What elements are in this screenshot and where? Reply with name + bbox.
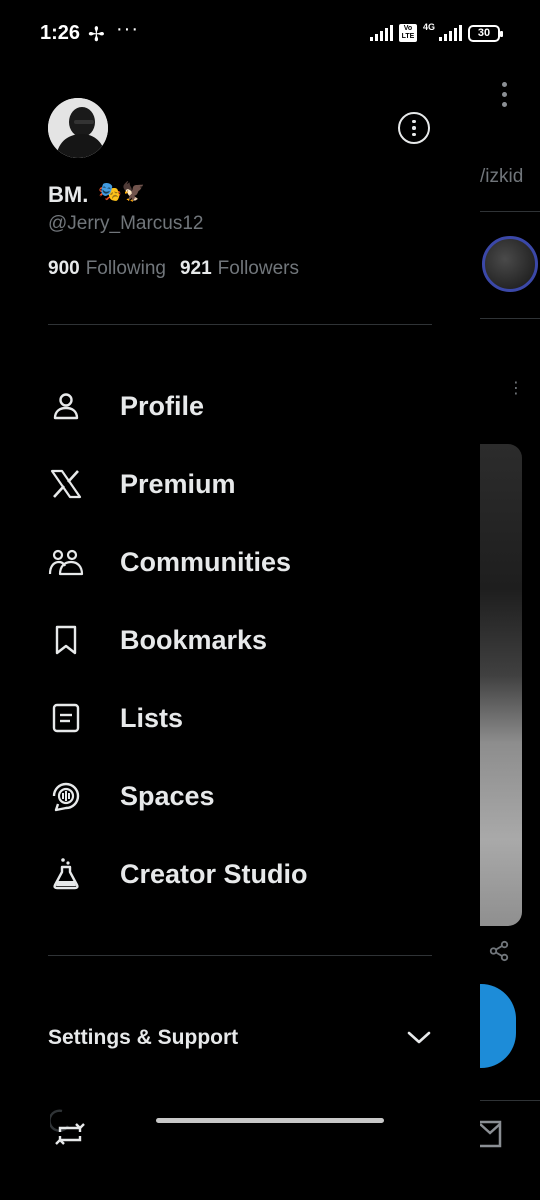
spaces-icon <box>48 778 84 814</box>
status-indicators: Vo LTE 4G 30 <box>369 22 503 42</box>
menu-label: Lists <box>120 702 184 733</box>
feed-avatar[interactable] <box>482 236 538 292</box>
followers-count[interactable]: 921 <box>180 258 212 280</box>
menu-label: Bookmarks <box>120 624 268 655</box>
display-name[interactable]: BM. <box>48 182 88 208</box>
menu-label: Creator Studio <box>120 858 308 889</box>
menu-label: Premium <box>120 468 236 499</box>
avatar-photo <box>48 98 108 158</box>
network-type: 4G <box>422 22 435 32</box>
home-indicator[interactable] <box>156 1118 384 1123</box>
menu-item-creator-studio[interactable]: Creator Studio <box>48 846 432 902</box>
following-label[interactable]: Following <box>86 258 166 280</box>
divider <box>48 955 432 956</box>
battery-icon: 30 <box>468 24 503 42</box>
more-options-button[interactable] <box>398 112 430 144</box>
navigation-drawer: BM. 🎭🦅 @Jerry_Marcus12 900 Following 921… <box>0 68 480 1200</box>
nav-divider <box>480 1100 540 1101</box>
communities-icon <box>48 544 84 580</box>
signal-icon-2 <box>439 25 462 41</box>
messages-icon[interactable] <box>480 1120 504 1150</box>
menu-label: Profile <box>120 390 205 421</box>
menu-item-profile[interactable]: Profile <box>48 378 432 434</box>
name-emojis: 🎭🦅 <box>98 182 146 203</box>
feed-divider <box>480 318 540 319</box>
follow-stats: 900 Following 921 Followers <box>48 258 307 280</box>
menu-item-spaces[interactable]: Spaces <box>48 768 432 824</box>
bookmark-icon <box>48 622 84 658</box>
menu-item-bookmarks[interactable]: Bookmarks <box>48 612 432 668</box>
feed-divider <box>480 211 540 212</box>
settings-label: Settings & Support <box>48 1026 239 1049</box>
x-logo-icon <box>48 466 84 502</box>
repost-icon[interactable] <box>50 1108 90 1148</box>
volte-badge: Vo LTE <box>398 24 417 42</box>
app-screen: 1:26 ✢ ··· Vo LTE 4G 30 /izkid ⋮ BM. 🎭🦅 … <box>0 0 540 1200</box>
share-icon[interactable] <box>488 940 510 962</box>
status-time: 1:26 <box>40 22 81 44</box>
divider <box>48 324 432 325</box>
list-icon <box>48 700 84 736</box>
settings-support-toggle[interactable]: Settings & Support <box>48 1018 432 1058</box>
battery-level: 30 <box>477 27 491 39</box>
menu-label: Spaces <box>120 780 215 811</box>
feed-more-icon[interactable] <box>502 82 508 112</box>
more-notifications-icon: ··· <box>116 18 139 40</box>
post-image[interactable] <box>480 444 522 926</box>
fan-icon: ✢ <box>88 24 105 46</box>
avatar[interactable] <box>48 98 108 158</box>
chevron-down-icon <box>407 1031 431 1044</box>
person-icon <box>48 388 84 424</box>
menu-label: Communities <box>120 546 292 577</box>
user-handle: @Jerry_Marcus12 <box>48 213 204 234</box>
flask-icon <box>48 856 84 892</box>
menu-item-premium[interactable]: Premium <box>48 456 432 512</box>
signal-icon <box>369 25 393 41</box>
menu-item-lists[interactable]: Lists <box>48 690 432 746</box>
post-more-icon[interactable]: ⋮ <box>508 378 524 398</box>
menu-item-communities[interactable]: Communities <box>48 534 432 590</box>
followers-label[interactable]: Followers <box>218 258 299 280</box>
status-bar: 1:26 ✢ ··· Vo LTE 4G 30 <box>0 0 540 68</box>
feed-background: /izkid ⋮ <box>446 68 540 1200</box>
following-count[interactable]: 900 <box>48 258 80 280</box>
feed-peek-text: /izkid <box>480 166 524 187</box>
